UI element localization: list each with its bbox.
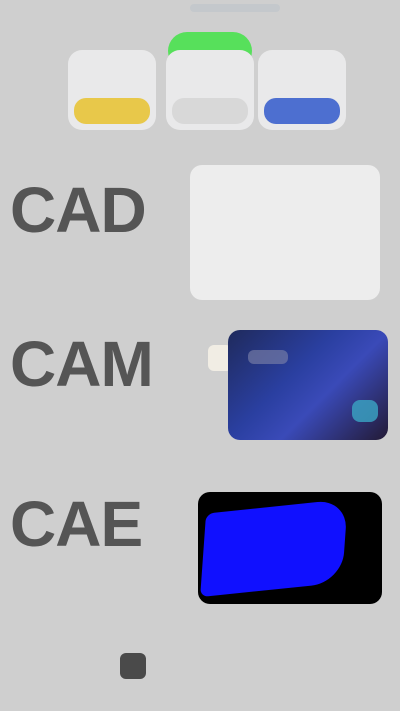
option-yellow[interactable] bbox=[68, 50, 156, 130]
option-blue[interactable] bbox=[258, 50, 346, 130]
row-title-cae: CAE bbox=[10, 488, 143, 560]
row-title-cam: CAM bbox=[10, 328, 154, 400]
cae-preview-shape bbox=[200, 498, 348, 598]
cae-preview-tile[interactable] bbox=[198, 492, 382, 604]
footer-brand bbox=[120, 650, 152, 682]
option-white-swatch bbox=[172, 98, 248, 124]
cam-preview-tile[interactable] bbox=[228, 330, 388, 440]
option-yellow-swatch bbox=[74, 98, 150, 124]
option-blue-swatch bbox=[264, 98, 340, 124]
cam-preview-highlight bbox=[248, 350, 288, 364]
row-title-cad: CAD bbox=[10, 174, 147, 246]
option-white[interactable] bbox=[166, 50, 254, 130]
top-indicator bbox=[190, 4, 280, 12]
cad-preview-tile[interactable] bbox=[190, 165, 380, 300]
brand-logo-icon bbox=[120, 653, 146, 679]
cam-preview-accent bbox=[352, 400, 378, 422]
app-screen: CAD CAM CAE bbox=[0, 0, 400, 711]
